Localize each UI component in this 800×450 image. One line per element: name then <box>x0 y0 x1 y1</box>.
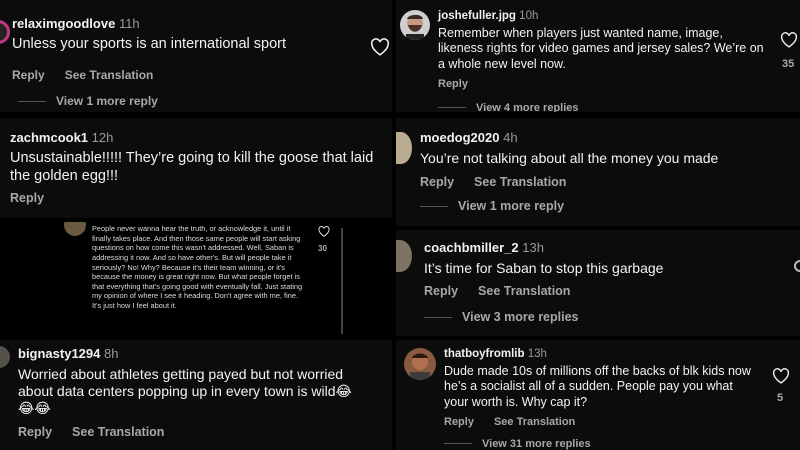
comment-panel-zachmcook1: zachmcook1 12h Unsustainable!!!!! They’r… <box>0 118 392 218</box>
timestamp: 11h <box>118 16 140 31</box>
avatar-face-icon <box>410 353 430 380</box>
comment-text: Unless your sports is an international s… <box>12 36 287 52</box>
scroll-indicator[interactable] <box>341 228 343 334</box>
reply-button[interactable]: Reply <box>424 284 458 298</box>
comment-text: It’s time for Saban to stop this garbage <box>424 260 664 276</box>
comment-panel-relaximgoodlove: relaximgoodlove 11h Unless your sports i… <box>0 0 392 112</box>
comment-text: Dude made 10s of millions off the backs … <box>444 364 751 409</box>
timestamp: 10h <box>519 10 539 22</box>
comment-actions: Reply See Translation <box>424 284 663 298</box>
comment-actions: Reply <box>438 78 768 90</box>
username[interactable]: joshefuller.jpg <box>438 10 516 22</box>
view-replies-button[interactable]: View 1 more reply <box>420 199 718 213</box>
reply-button[interactable]: Reply <box>12 68 45 82</box>
see-translation-button[interactable]: See Translation <box>65 68 154 82</box>
comments-collage: relaximgoodlove 11h Unless your sports i… <box>0 0 800 450</box>
comment-actions: Reply <box>10 191 380 205</box>
like-count: 35 <box>782 58 795 70</box>
username[interactable]: moedog2020 <box>420 130 499 145</box>
comment-panel-bignasty1294: bignasty1294 8h Worried about athletes g… <box>0 340 392 450</box>
see-translation-button[interactable]: See Translation <box>72 425 164 439</box>
avatar[interactable] <box>396 240 412 272</box>
avatar[interactable] <box>404 348 436 380</box>
see-translation-button[interactable]: See Translation <box>474 175 566 189</box>
username[interactable]: relaximgoodlove <box>12 16 115 31</box>
avatar[interactable] <box>0 346 10 368</box>
username[interactable]: coachbmiller_2 <box>424 240 519 255</box>
heart-icon[interactable] <box>772 368 790 384</box>
heart-icon[interactable] <box>370 38 390 56</box>
reply-button[interactable]: Reply <box>18 425 52 439</box>
reply-button[interactable]: Reply <box>10 191 44 205</box>
username[interactable]: thatboyfromlib <box>444 348 525 360</box>
comment-actions: Reply See Translation <box>420 175 718 189</box>
username[interactable]: bignasty1294 <box>18 346 100 361</box>
comment-text: You’re not talking about all the money y… <box>420 150 719 166</box>
comment-panel-joshefuller: joshefuller.jpg 10h Remember when player… <box>396 0 800 112</box>
view-replies-button[interactable]: View 4 more replies <box>438 102 768 112</box>
see-translation-button[interactable]: See Translation <box>478 284 570 298</box>
comment-text: Unsustainable!!!!! They’re going to kill… <box>10 150 374 184</box>
like-count: 30 <box>318 244 327 253</box>
see-translation-button[interactable]: See Translation <box>494 416 575 428</box>
timestamp: 4h <box>503 130 518 145</box>
heart-icon[interactable] <box>794 260 800 272</box>
avatar[interactable] <box>396 132 412 164</box>
avatar-face-icon <box>406 14 424 40</box>
comment-actions: Reply See Translation <box>444 416 754 428</box>
heart-icon[interactable] <box>780 32 798 48</box>
comment-text: Remember when players just wanted name, … <box>438 26 764 71</box>
timestamp: 13h <box>527 348 547 360</box>
comment-actions: Reply See Translation <box>18 425 363 439</box>
reply-button[interactable]: Reply <box>420 175 454 189</box>
timestamp: 8h <box>104 346 119 361</box>
avatar[interactable] <box>64 222 86 236</box>
heart-icon[interactable] <box>318 226 330 237</box>
like-count: 5 <box>777 392 784 404</box>
comment-text: Worried about athletes getting payed but… <box>18 366 352 417</box>
comment-panel-long-text: People never wanna hear the truth, or ac… <box>52 222 354 340</box>
comment-actions: Reply See Translation <box>12 68 286 82</box>
comment-panel-thatboyfromlib: thatboyfromlib 13h Dude made 10s of mill… <box>396 340 800 450</box>
reply-button[interactable]: Reply <box>438 78 468 90</box>
timestamp: 12h <box>91 130 114 145</box>
view-replies-button[interactable]: View 3 more replies <box>424 310 663 324</box>
timestamp: 13h <box>522 240 544 255</box>
view-replies-button[interactable]: View 31 more replies <box>444 438 754 450</box>
reply-button[interactable]: Reply <box>444 416 474 428</box>
view-replies-button[interactable]: View 1 more reply <box>18 94 286 108</box>
comment-text: People never wanna hear the truth, or ac… <box>92 224 303 310</box>
comment-panel-coachbmiller: coachbmiller_2 13h It’s time for Saban t… <box>396 230 800 336</box>
username[interactable]: zachmcook1 <box>10 130 88 145</box>
avatar[interactable] <box>400 10 430 40</box>
avatar[interactable] <box>0 20 10 44</box>
comment-panel-moedog2020: moedog2020 4h You’re not talking about a… <box>396 118 800 226</box>
